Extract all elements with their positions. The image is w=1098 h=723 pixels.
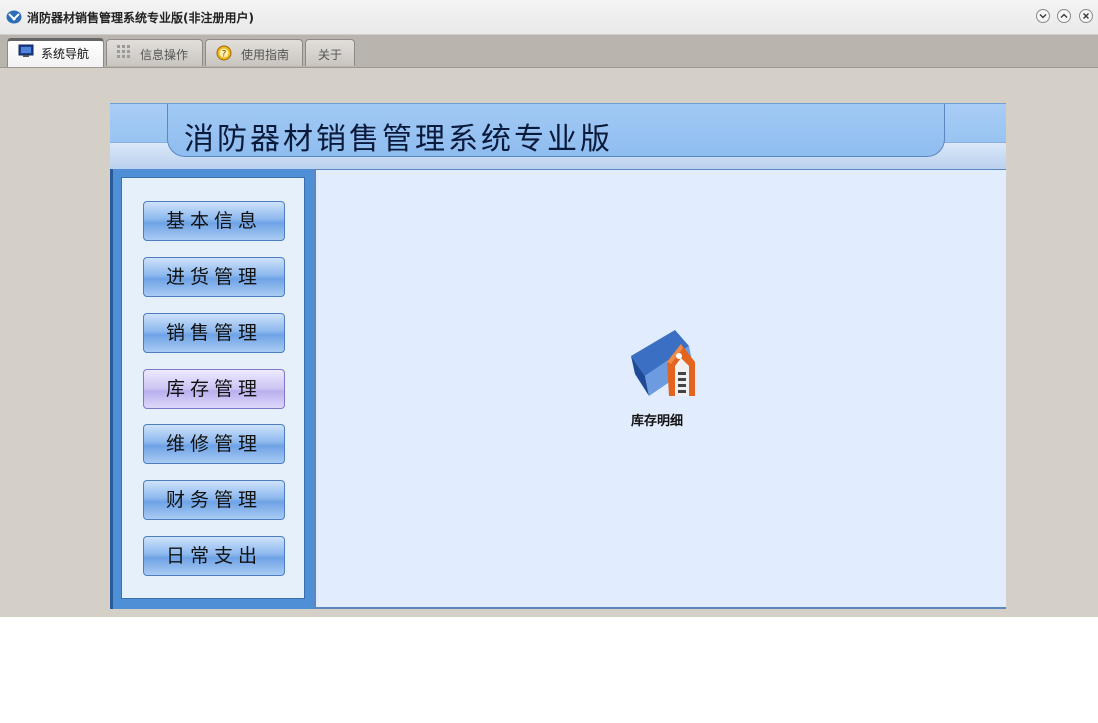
tab-system-navigation[interactable]: 系统导航 — [7, 38, 104, 67]
tab-label: 系统导航 — [41, 47, 90, 61]
svg-text:?: ? — [222, 50, 227, 60]
minimize-button[interactable] — [1036, 9, 1050, 23]
maximize-button[interactable] — [1057, 9, 1071, 23]
sidebar-item-repair-management[interactable]: 维修管理 — [143, 424, 285, 464]
sidebar-item-daily-expenses[interactable]: 日常支出 — [143, 536, 285, 576]
window-title: 消防器材销售管理系统专业版(非注册用户) — [27, 11, 254, 25]
warehouse-icon — [631, 330, 695, 396]
tab-info-operations[interactable]: 信息操作 — [106, 39, 203, 66]
close-icon — [1083, 13, 1089, 19]
main-panel: 消防器材销售管理系统专业版 基本信息 进货管理 销售管理 库存管理 维修管理 财… — [110, 103, 1006, 609]
sidebar-item-sales-management[interactable]: 销售管理 — [143, 313, 285, 353]
help-icon: ? — [216, 45, 232, 61]
inventory-detail-item[interactable]: 库存明细 — [613, 326, 701, 436]
chevron-up-icon — [1060, 13, 1068, 18]
tab-strip: 系统导航 信息操作 ? 使用指南 关于 — [0, 35, 1098, 68]
tab-user-guide[interactable]: ? 使用指南 — [205, 39, 303, 66]
grid-icon — [117, 45, 130, 58]
content-area: 库存明细 — [314, 169, 1006, 609]
close-button[interactable] — [1079, 9, 1093, 23]
banner-title: 消防器材销售管理系统专业版 — [184, 122, 613, 157]
sidebar-item-basic-info[interactable]: 基本信息 — [143, 201, 285, 241]
sidebar-item-inventory-management[interactable]: 库存管理 — [143, 369, 285, 409]
sidebar: 基本信息 进货管理 销售管理 库存管理 维修管理 财务管理 日常支出 — [110, 169, 314, 609]
tab-label: 使用指南 — [241, 48, 290, 62]
app-window: 消防器材销售管理系统专业版(非注册用户) 系统导航 信息操作 ? 使用指南 关于… — [0, 0, 1098, 617]
app-logo-icon — [6, 10, 22, 24]
tab-label: 关于 — [318, 48, 343, 62]
chevron-down-icon — [1039, 14, 1047, 19]
banner: 消防器材销售管理系统专业版 — [110, 103, 1006, 171]
tab-about[interactable]: 关于 — [305, 39, 355, 66]
sidebar-item-finance-management[interactable]: 财务管理 — [143, 480, 285, 520]
title-bar: 消防器材销售管理系统专业版(非注册用户) — [0, 0, 1098, 35]
sidebar-menu: 基本信息 进货管理 销售管理 库存管理 维修管理 财务管理 日常支出 — [121, 177, 305, 599]
inventory-detail-label: 库存明细 — [630, 414, 683, 429]
monitor-icon — [18, 44, 34, 57]
tab-label: 信息操作 — [140, 48, 189, 62]
sidebar-item-purchase-management[interactable]: 进货管理 — [143, 257, 285, 297]
